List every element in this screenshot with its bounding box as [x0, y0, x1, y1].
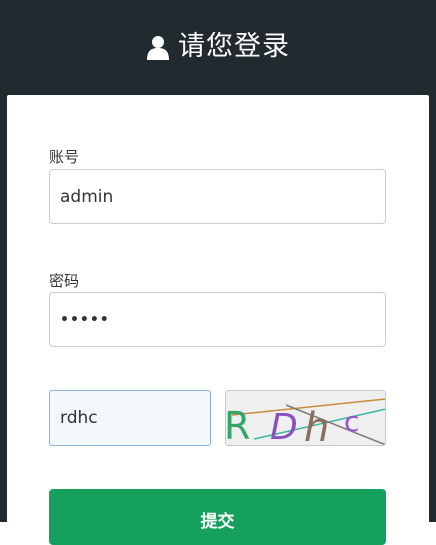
submit-label: 提交	[200, 512, 235, 532]
svg-text:c: c	[344, 405, 359, 438]
login-header: 请您登录	[0, 0, 436, 92]
captcha-image[interactable]: R D h c	[225, 390, 386, 446]
svg-text:D: D	[270, 407, 298, 446]
submit-button[interactable]: 提交	[49, 489, 386, 545]
svg-text:R: R	[226, 404, 250, 446]
page-title: 请您登录	[178, 30, 290, 62]
captcha-input[interactable]	[49, 390, 211, 446]
account-label: 账号	[49, 148, 80, 166]
user-icon	[146, 34, 170, 60]
password-input[interactable]	[49, 292, 386, 347]
password-label: 密码	[49, 272, 80, 290]
svg-text:h: h	[304, 405, 329, 446]
account-input[interactable]	[49, 169, 386, 224]
